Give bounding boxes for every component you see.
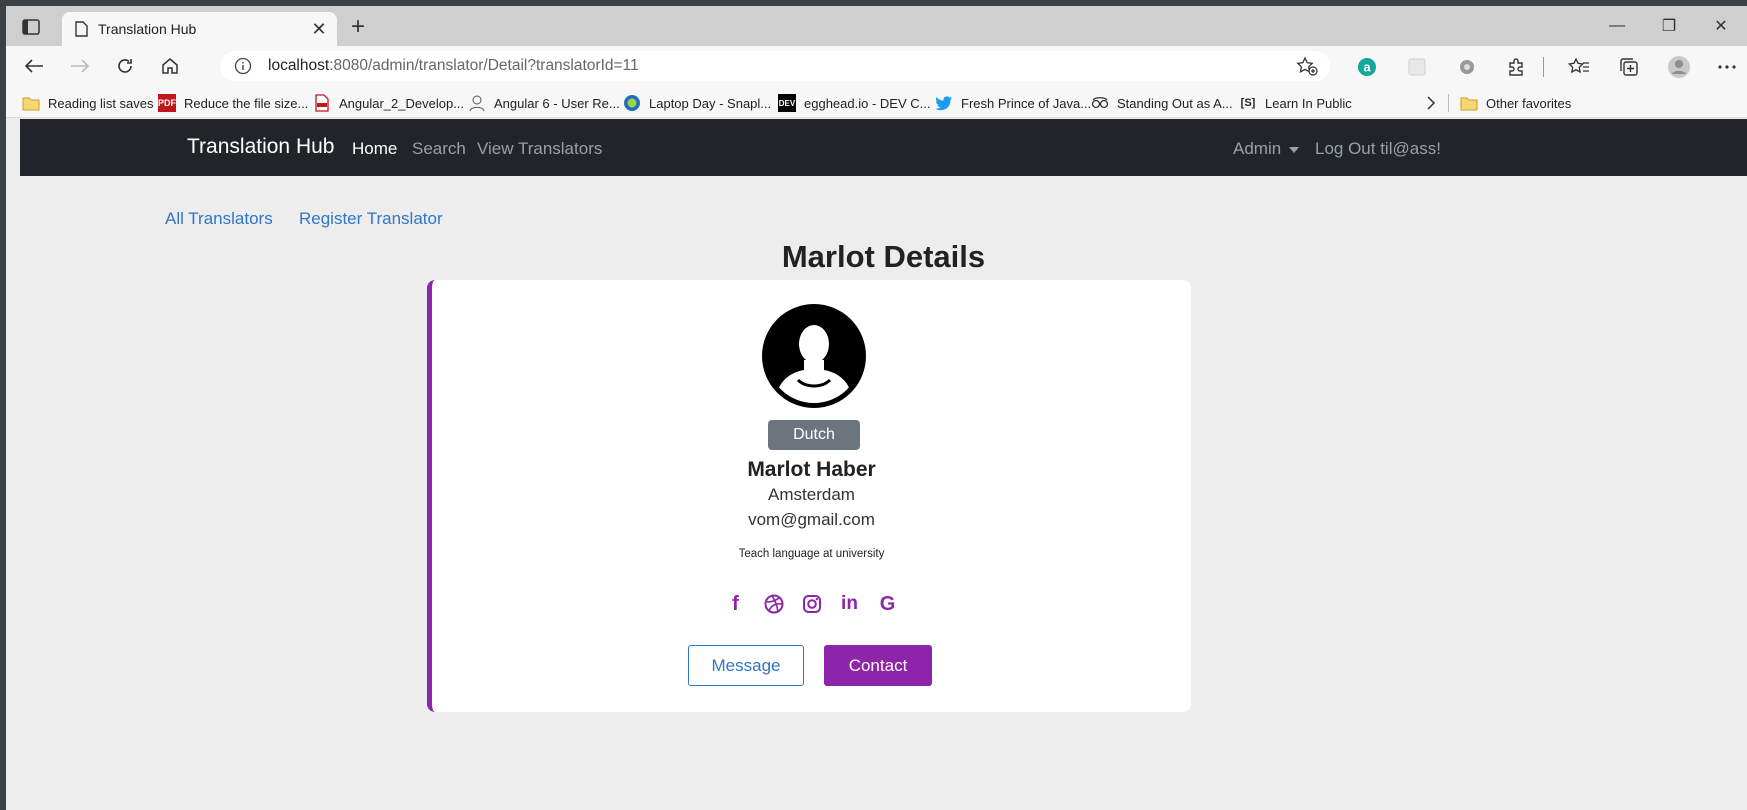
favorites-icon[interactable] [1566,54,1592,80]
bookmark-item[interactable]: Angular 6 - User Re... [468,92,620,114]
linkedin-icon[interactable]: in [838,592,862,616]
register-translator-link[interactable]: Register Translator [299,209,443,229]
close-tab-icon[interactable]: ✕ [305,15,333,43]
user-sketch-icon [468,94,486,112]
add-favorite-icon[interactable] [1296,56,1318,81]
bookmark-item[interactable]: DEV egghead.io - DEV C... [778,92,930,114]
extension-a-icon[interactable]: a [1354,54,1380,80]
other-favorites[interactable]: Other favorites [1460,92,1571,114]
folder-icon [22,94,40,112]
learn-in-public-icon: [S] [1240,97,1256,109]
browser-toolbar: localhost:8080/admin/translator/Detail?t… [6,46,1747,86]
page-icon [75,21,88,37]
social-links: f in G [432,592,1191,616]
nav-link-search[interactable]: Search [412,139,466,159]
google-icon[interactable]: G [876,592,900,616]
site-navbar: Translation Hub Home Search View Transla… [20,119,1747,176]
instagram-icon[interactable] [800,592,824,616]
tab-actions-button[interactable] [16,14,46,40]
snapl-icon [623,94,641,112]
translator-email: vom@gmail.com [748,510,875,529]
profile-icon[interactable] [1666,54,1692,80]
folder-icon [1460,94,1478,112]
extension-gear-icon[interactable] [1454,54,1480,80]
page-title: Marlot Details [781,239,986,274]
window-controls: — ❐ ✕ [1591,6,1747,46]
pdf-icon: PDF [158,94,176,112]
refresh-icon[interactable] [109,52,141,80]
extensions-puzzle-icon[interactable] [1503,54,1529,80]
address-bar[interactable]: localhost:8080/admin/translator/Detail?t… [220,51,1330,81]
url-text: localhost:8080/admin/translator/Detail?t… [268,57,639,74]
home-icon[interactable] [154,52,186,80]
bookmark-item[interactable]: Fresh Prince of Java... [935,92,1091,114]
nav-link-view-translators[interactable]: View Translators [477,139,602,159]
avatar [762,304,866,408]
nav-link-home[interactable]: Home [352,139,397,159]
back-icon[interactable] [18,52,50,80]
info-icon[interactable] [234,57,252,75]
dev-icon: DEV [778,94,796,112]
facebook-icon[interactable]: f [724,592,748,616]
caret-down-icon [1289,146,1300,153]
logout-link[interactable]: Log Out til@ass! [1315,139,1441,159]
bookmark-item[interactable]: Laptop Day - Snapl... [623,92,771,114]
all-translators-link[interactable]: All Translators [165,209,273,229]
language-badge: Dutch [768,420,860,450]
bookmark-item[interactable]: Angular_2_Develop... [313,92,464,114]
bookmark-item[interactable]: [S] Learn In Public [1239,92,1352,114]
browser-window: Translation Hub ✕ + — ❐ ✕ localhost:8080… [6,6,1747,810]
site-brand[interactable]: Translation Hub [187,135,334,159]
translator-name: Marlot Haber [747,458,876,481]
bookmark-item[interactable]: Reading list saves [22,92,154,114]
web-page: Translation Hub Home Search View Transla… [20,119,1747,810]
translator-card: Dutch Marlot Haber Amsterdam vom@gmail.c… [427,280,1191,712]
forward-icon[interactable] [64,52,96,80]
glasses-icon [1091,94,1109,112]
bookmarks-bar: Reading list saves PDF Reduce the file s… [6,86,1747,118]
tab-actions-icon [22,19,40,35]
bookmark-item[interactable]: Standing Out as A... [1091,92,1233,114]
tab-strip: Translation Hub ✕ + — ❐ ✕ [6,6,1747,46]
translator-description: Teach language at university [738,548,885,560]
translator-city: Amsterdam [768,485,855,504]
minimize-icon[interactable]: — [1591,6,1643,46]
extension-blank-icon[interactable] [1404,54,1430,80]
tab-title: Translation Hub [98,21,197,37]
message-button[interactable]: Message [688,645,804,686]
bookmarks-overflow-icon[interactable] [1426,92,1436,114]
collections-icon[interactable] [1616,54,1642,80]
admin-dropdown[interactable]: Admin [1233,139,1300,159]
pdf-file-icon [313,94,331,112]
toolbar-divider [1541,54,1545,80]
svg-text:a: a [1363,60,1371,75]
new-tab-icon[interactable]: + [344,13,372,40]
bookmarks-divider [1448,94,1449,112]
contact-button[interactable]: Contact [824,645,932,686]
close-window-icon[interactable]: ✕ [1695,6,1747,46]
browser-tab[interactable]: Translation Hub ✕ [62,12,337,46]
twitter-icon [935,94,953,112]
more-options-icon[interactable] [1714,54,1740,80]
dribbble-icon[interactable] [762,592,786,616]
restore-icon[interactable]: ❐ [1643,6,1695,46]
bookmark-item[interactable]: PDF Reduce the file size... [158,92,308,114]
